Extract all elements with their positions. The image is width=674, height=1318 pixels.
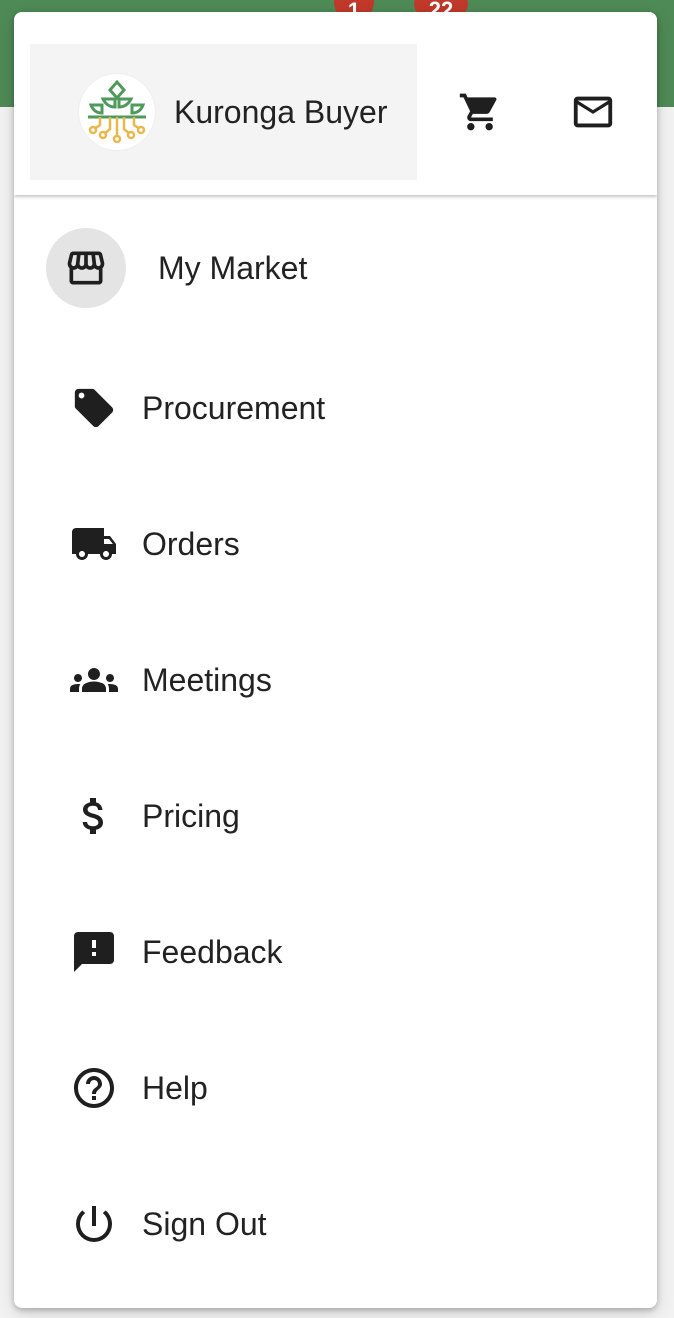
- mail-icon: [573, 96, 613, 128]
- menu-item-label: My Market: [158, 249, 308, 286]
- shopping-cart-icon: [459, 93, 497, 131]
- menu-item-label: Feedback: [142, 933, 283, 970]
- menu-item-meetings[interactable]: Meetings: [14, 640, 657, 720]
- profile-button[interactable]: Kuronga Buyer: [30, 44, 417, 180]
- shopping-cart-button[interactable]: [456, 88, 504, 136]
- menu-item-label: Pricing: [142, 797, 240, 834]
- menu-item-label: Meetings: [142, 661, 272, 698]
- truck-icon: [70, 520, 118, 568]
- groups-icon: [70, 656, 118, 704]
- tag-icon: [70, 384, 118, 432]
- kuronga-logo-avatar: [78, 73, 156, 151]
- feedback-icon: [70, 928, 118, 976]
- help-icon: [70, 1064, 118, 1112]
- profile-name: Kuronga Buyer: [174, 93, 388, 130]
- account-menu: Kuronga Buyer My Market Procurement Orde…: [14, 12, 657, 1308]
- menu-item-sign-out[interactable]: Sign Out: [14, 1184, 657, 1264]
- menu-item-orders[interactable]: Orders: [14, 504, 657, 584]
- menu-item-procurement[interactable]: Procurement: [14, 368, 657, 448]
- menu-header: Kuronga Buyer: [14, 12, 657, 195]
- menu-item-help[interactable]: Help: [14, 1048, 657, 1128]
- menu-item-label: Sign Out: [142, 1205, 267, 1242]
- menu-item-label: Help: [142, 1069, 208, 1106]
- menu-item-pricing[interactable]: Pricing: [14, 776, 657, 856]
- storefront-icon: [62, 244, 110, 292]
- dollar-icon: [70, 792, 118, 840]
- kuronga-logo-icon: [88, 79, 146, 144]
- menu-item-feedback[interactable]: Feedback: [14, 912, 657, 992]
- menu-item-label: Procurement: [142, 389, 326, 426]
- menu-item-label: Orders: [142, 525, 240, 562]
- mail-button[interactable]: [569, 88, 617, 136]
- menu-item-my-market[interactable]: My Market: [14, 228, 657, 308]
- power-icon: [70, 1200, 118, 1248]
